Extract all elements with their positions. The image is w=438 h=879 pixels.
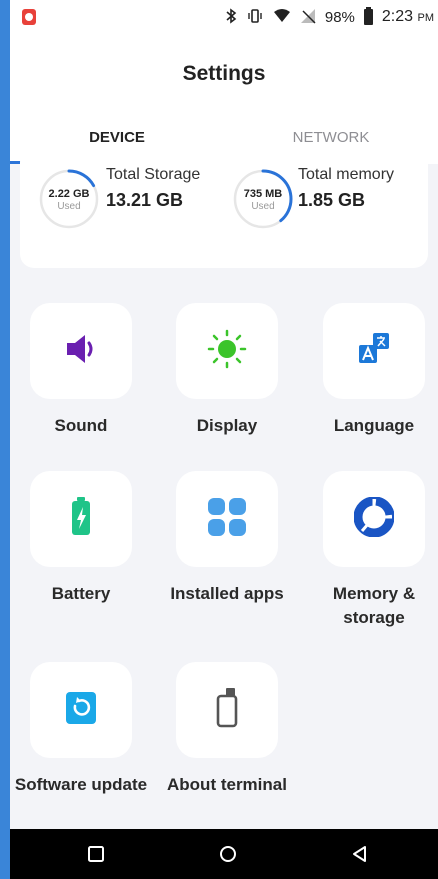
settings-screen: 98% 2:23 PM Settings DEVICE NETWORK 2.22… [10, 0, 438, 879]
battery-percent: 98% [324, 8, 355, 26]
software-update-label: Software update [14, 775, 148, 794]
software-update-tile[interactable] [30, 662, 132, 758]
battery-tile[interactable] [30, 471, 132, 567]
about-terminal-tile[interactable] [176, 662, 278, 758]
sound-tile[interactable] [30, 303, 132, 399]
memory-used-value: 735 MB [243, 188, 283, 200]
total-memory-value: 1.85 GB [298, 190, 366, 210]
installed-apps-label: Installed apps [170, 584, 284, 603]
brightness-icon [206, 328, 248, 375]
status-bar: 98% 2:23 PM [10, 0, 438, 34]
navigation-bar [10, 829, 438, 879]
storage-used-caption: Used [57, 201, 81, 212]
battery-label: Battery [51, 584, 111, 603]
speaker-icon [61, 329, 101, 374]
memory-pie-icon [353, 496, 395, 542]
storage-used-value: 2.22 GB [48, 188, 90, 200]
total-memory-label: Total memory [298, 166, 395, 183]
memory-storage-label: Memory & storage [332, 584, 416, 627]
battery-icon [363, 7, 373, 25]
total-storage-value: 13.21 GB [106, 190, 184, 210]
memory-used-caption: Used [251, 201, 275, 212]
signal-icon [300, 8, 316, 27]
memory-gauge: 735 MB Used [232, 168, 294, 230]
home-button[interactable] [215, 841, 241, 867]
header: Settings DEVICE NETWORK [10, 34, 438, 164]
clock: 2:23 PM [381, 8, 434, 25]
recent-apps-button[interactable] [83, 841, 109, 867]
battery-charging-icon [66, 495, 96, 544]
language-tile[interactable] [323, 303, 425, 399]
memory-storage-tile[interactable] [323, 471, 425, 567]
app-notification-icon [22, 9, 36, 25]
translate-icon [354, 329, 394, 374]
storage-summary-card[interactable]: 2.22 GB Used Total Storage 13.21 GB 735 … [20, 148, 428, 268]
vibrate-icon [246, 8, 264, 27]
language-label: Language [333, 416, 415, 435]
wifi-icon [273, 8, 291, 27]
apps-grid-icon [206, 496, 248, 543]
update-icon [64, 688, 98, 733]
storage-gauge: 2.22 GB Used [38, 168, 100, 230]
display-label: Display [196, 416, 258, 435]
bluetooth-icon [225, 7, 237, 27]
sound-label: Sound [54, 416, 108, 435]
about-terminal-label: About terminal [167, 775, 287, 794]
display-tile[interactable] [176, 303, 278, 399]
installed-apps-tile[interactable] [176, 471, 278, 567]
back-button[interactable] [347, 841, 373, 867]
page-title: Settings [182, 62, 266, 85]
total-storage-label: Total Storage [106, 166, 201, 183]
terminal-device-icon [212, 686, 242, 735]
